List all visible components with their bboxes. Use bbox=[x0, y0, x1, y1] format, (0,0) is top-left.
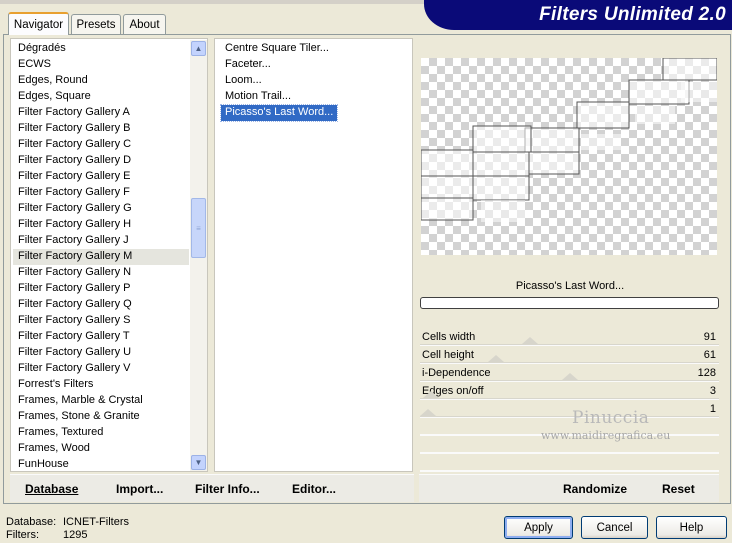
slider-handle[interactable] bbox=[562, 373, 578, 380]
category-item[interactable]: Filter Factory Gallery T bbox=[13, 329, 189, 345]
slider-value: 61 bbox=[703, 349, 716, 361]
slider-track bbox=[420, 380, 719, 382]
preview-filter-name: Picasso's Last Word... bbox=[515, 280, 625, 292]
slider-value: 128 bbox=[697, 367, 716, 379]
editor-button[interactable]: Editor... bbox=[292, 482, 336, 496]
slider-handle[interactable] bbox=[423, 391, 439, 398]
slider-label: Cell height bbox=[422, 349, 474, 361]
filters-count-label: Filters: bbox=[6, 529, 39, 541]
progress-bar bbox=[420, 297, 719, 309]
category-item[interactable]: Filter Factory Gallery E bbox=[13, 169, 189, 185]
category-item[interactable]: Filter Factory Gallery P bbox=[13, 281, 189, 297]
filter-item[interactable]: Loom... bbox=[221, 73, 262, 89]
import-button[interactable]: Import... bbox=[116, 482, 163, 496]
slider-cells-width[interactable]: Cells width 91 bbox=[420, 330, 719, 346]
chevron-down-icon[interactable]: ▼ bbox=[191, 455, 206, 470]
category-item[interactable]: Filter Factory Gallery B bbox=[13, 121, 189, 137]
slider-i-dependence[interactable]: i-Dependence 128 bbox=[420, 366, 719, 382]
slider-cell-height[interactable]: Cell height 61 bbox=[420, 348, 719, 364]
preview-cells bbox=[421, 58, 717, 222]
database-status-label: Database: bbox=[6, 516, 57, 528]
scroll-thumb[interactable]: ≡ bbox=[191, 198, 206, 258]
banner-title: Filters Unlimited 2.0 bbox=[539, 4, 726, 25]
slider-empty bbox=[420, 456, 719, 472]
category-item[interactable]: Filter Factory Gallery D bbox=[13, 153, 189, 169]
slider-value: 91 bbox=[703, 331, 716, 343]
category-item[interactable]: Filter Factory Gallery M bbox=[13, 249, 189, 265]
category-item[interactable]: FunHouse bbox=[13, 457, 189, 471]
category-item[interactable]: Filter Factory Gallery C bbox=[13, 137, 189, 153]
slider-track bbox=[420, 398, 719, 400]
category-item[interactable]: Frames, Stone & Granite bbox=[13, 409, 189, 425]
app-banner: Filters Unlimited 2.0 bbox=[424, 0, 732, 30]
slider-handle[interactable] bbox=[488, 355, 504, 362]
slider-handle[interactable] bbox=[522, 337, 538, 344]
chevron-up-icon[interactable]: ▲ bbox=[191, 41, 206, 56]
filter-info-button[interactable]: Filter Info... bbox=[195, 482, 260, 496]
category-scrollbar[interactable]: ▲ ≡ ▼ bbox=[190, 40, 207, 471]
category-item[interactable]: Filter Factory Gallery U bbox=[13, 345, 189, 361]
editor-label: Editor... bbox=[292, 482, 337, 496]
filter-item[interactable]: Picasso's Last Word... bbox=[219, 104, 339, 122]
category-item[interactable]: Forrest's Filters bbox=[13, 377, 189, 393]
tab-about[interactable]: About bbox=[123, 14, 166, 34]
preview-image bbox=[421, 58, 717, 255]
category-item[interactable]: Dégradés bbox=[13, 41, 189, 57]
slider-edges-on-off[interactable]: Edges on/off 3 bbox=[420, 384, 719, 400]
category-item[interactable]: Filter Factory Gallery H bbox=[13, 217, 189, 233]
category-item[interactable]: Filter Factory Gallery G bbox=[13, 201, 189, 217]
slider-value: 1 bbox=[709, 403, 716, 415]
category-item[interactable]: Frames, Wood bbox=[13, 441, 189, 457]
database-button[interactable]: Database bbox=[25, 482, 78, 496]
filter-list[interactable]: Centre Square Tiler... Faceter... Loom... M… bbox=[219, 41, 401, 122]
cancel-button[interactable]: Cancel bbox=[581, 516, 648, 539]
apply-button[interactable]: Apply bbox=[504, 516, 573, 539]
slider-label: Cells width bbox=[422, 331, 476, 343]
slider-handle[interactable] bbox=[420, 409, 436, 416]
watermark-site: www.maidiregrafica.eu bbox=[541, 429, 671, 442]
status-info: Database: ICNET-Filters Filters: 1295 bbox=[6, 516, 129, 542]
reset-button[interactable]: Reset bbox=[662, 482, 695, 496]
tab-navigator[interactable]: Navigator bbox=[8, 12, 69, 35]
category-item[interactable]: Edges, Round bbox=[13, 73, 189, 89]
database-status-value: ICNET-Filters bbox=[63, 516, 129, 528]
slider-track bbox=[420, 362, 719, 364]
database-label: Database bbox=[25, 482, 79, 496]
watermark-name: Pinuccia bbox=[572, 408, 650, 428]
slider-label: i-Dependence bbox=[422, 367, 491, 379]
filter-item[interactable]: Faceter... bbox=[221, 57, 271, 73]
slider-value: 3 bbox=[709, 385, 716, 397]
slider-track bbox=[420, 344, 719, 346]
category-item[interactable]: Filter Factory Gallery A bbox=[13, 105, 189, 121]
category-item[interactable]: Filter Factory Gallery F bbox=[13, 185, 189, 201]
category-item[interactable]: Filter Factory Gallery Q bbox=[13, 297, 189, 313]
category-item[interactable]: Frames, Textured bbox=[13, 425, 189, 441]
filter-info-label: Filter Info... bbox=[195, 482, 260, 496]
category-item[interactable]: ECWS bbox=[13, 57, 189, 73]
category-item[interactable]: Filter Factory Gallery V bbox=[13, 361, 189, 377]
category-item[interactable]: Filter Factory Gallery N bbox=[13, 265, 189, 281]
category-item[interactable]: Filter Factory Gallery S bbox=[13, 313, 189, 329]
help-button[interactable]: Help bbox=[656, 516, 727, 539]
grip-icon: ≡ bbox=[196, 223, 201, 233]
tab-presets[interactable]: Presets bbox=[71, 14, 121, 34]
randomize-button[interactable]: Randomize bbox=[563, 482, 627, 496]
slider-unnamed[interactable]: 1 bbox=[420, 402, 719, 418]
category-item[interactable]: Edges, Square bbox=[13, 89, 189, 105]
category-item[interactable]: Frames, Marble & Crystal bbox=[13, 393, 189, 409]
filter-item[interactable]: Centre Square Tiler... bbox=[221, 41, 329, 57]
slider-track bbox=[420, 416, 719, 418]
import-label: Import... bbox=[116, 482, 164, 496]
filters-count-value: 1295 bbox=[63, 529, 88, 541]
filter-item[interactable]: Motion Trail... bbox=[221, 89, 291, 105]
category-item[interactable]: Filter Factory Gallery J bbox=[13, 233, 189, 249]
category-list[interactable]: Dégradés ECWS Edges, Round Edges, Square Fil… bbox=[13, 41, 189, 471]
